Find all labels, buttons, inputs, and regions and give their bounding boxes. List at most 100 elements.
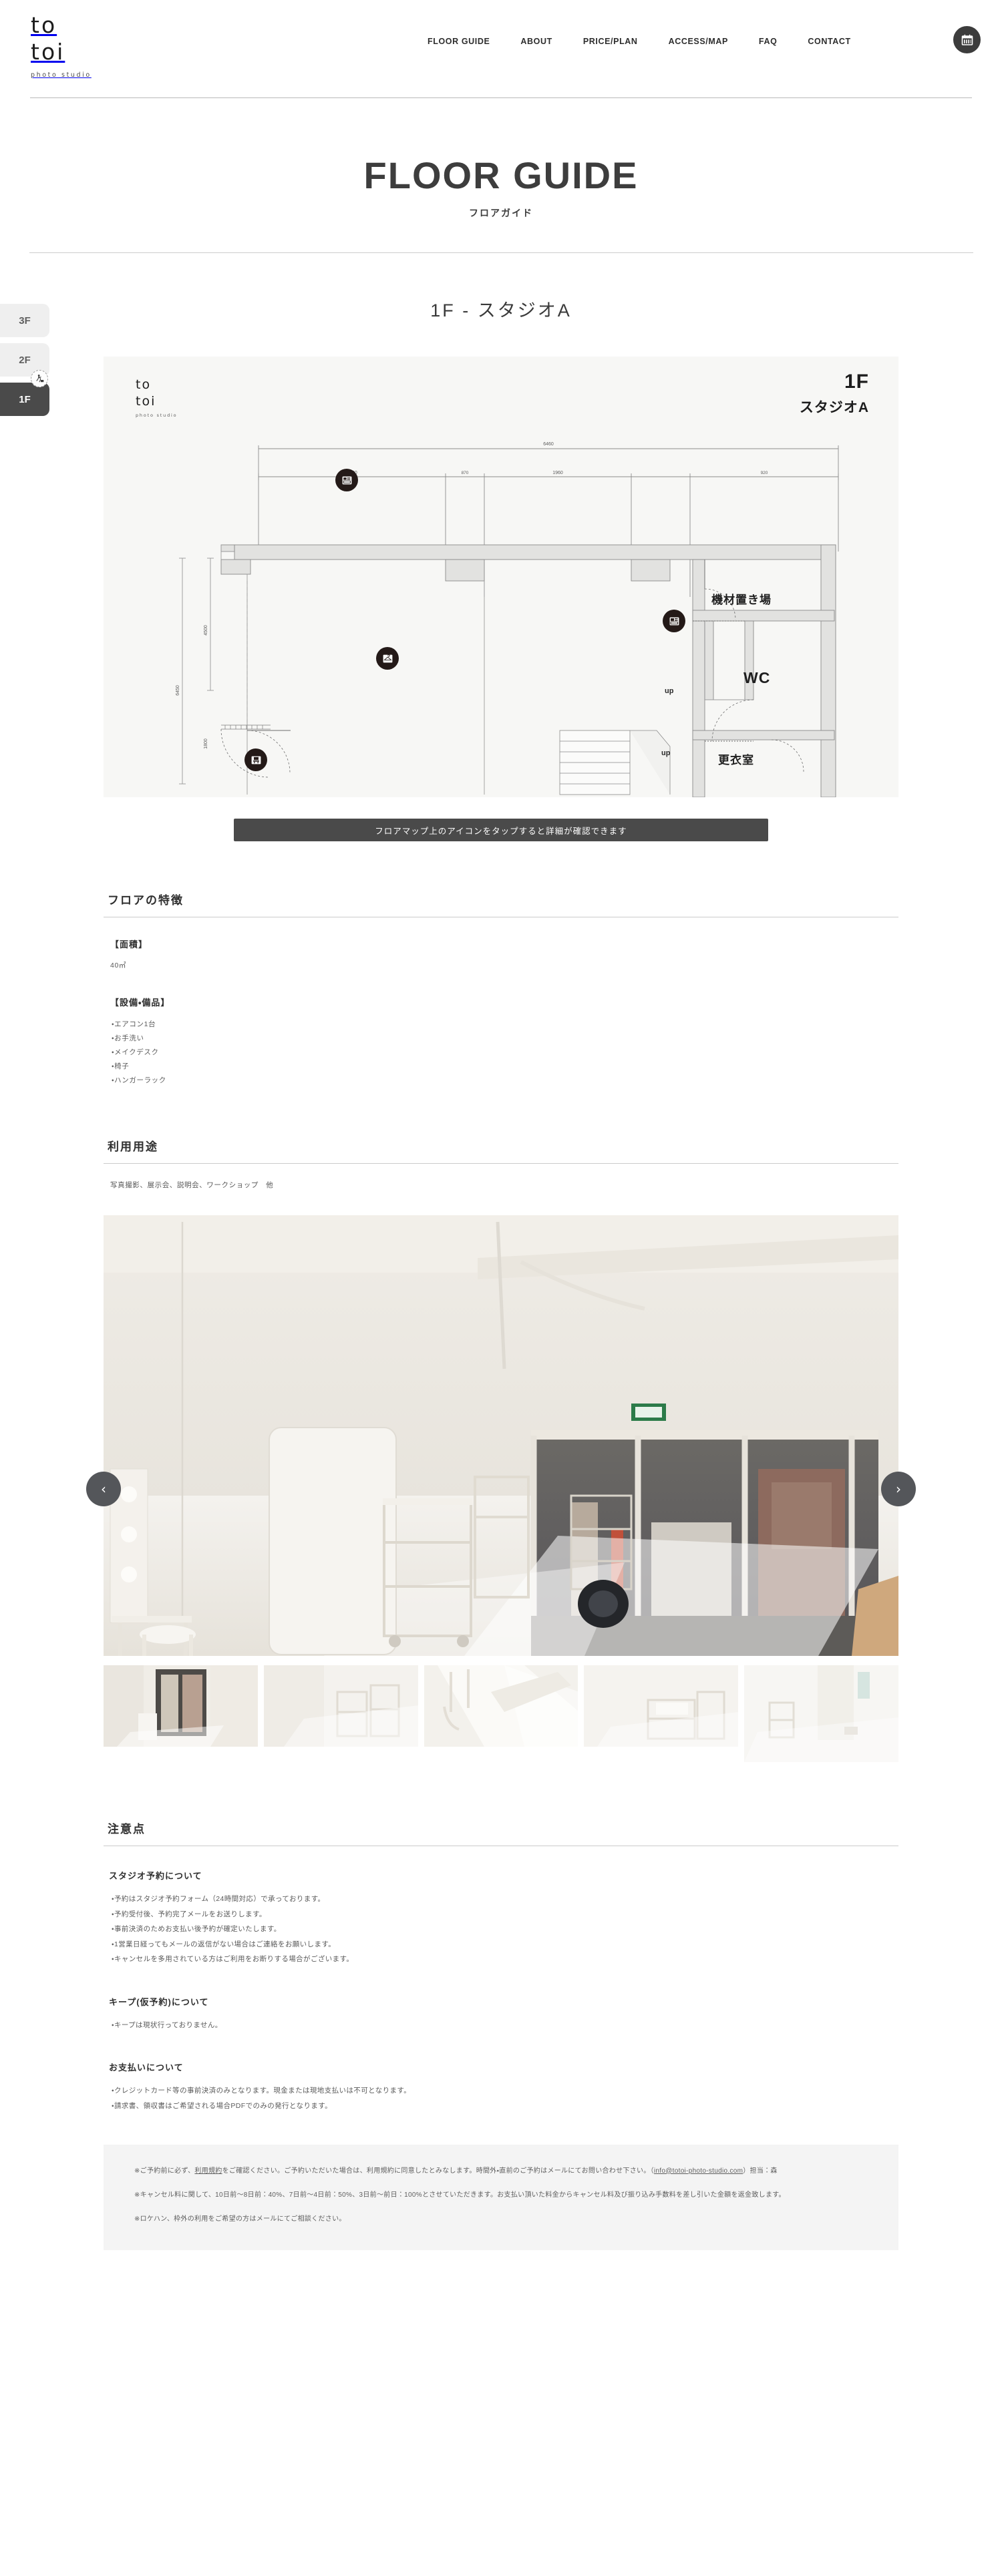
gallery-next-button[interactable]: › [881, 1471, 916, 1506]
page-title-section: FLOOR GUIDE フロアガイド [0, 99, 1002, 253]
studio-thumb-5 [744, 1665, 898, 1762]
gallery-thumbnail-3[interactable] [424, 1665, 578, 1747]
floor-plan-room-equipment-storage: 機材置き場 [711, 594, 772, 606]
reservation-button[interactable] [953, 26, 981, 53]
floor-plan[interactable]: to toi photo studio 1F スタジオA 6460 870 19… [104, 357, 898, 797]
notes-section: 注意点 スタジオ予約について ・予約はスタジオ予約フォーム（24時間対応）で承っ… [104, 1819, 898, 2250]
svg-text:920: 920 [761, 471, 768, 475]
list-item: ・エアコン1台 [112, 1020, 156, 1028]
page-bottom-spacer [104, 2250, 898, 2297]
disclaimer-paragraph-1: ※ご予約前に必ず、利用規約をご確認ください。ご予約いただいた場合は、利用規約に同… [134, 2165, 868, 2178]
disclaimer-p1-post: ）担当：森 [743, 2167, 778, 2175]
note-group-keep: キープ(仮予約)について ・キープは現状行っておりません。 [104, 1995, 898, 2033]
gallery-thumbnail-5[interactable] [744, 1665, 898, 1762]
logo-line-2: toi [31, 39, 65, 65]
note-item-list: ・キープは現状行っておりません。 [104, 2018, 898, 2033]
contact-email-link[interactable]: info@totoi-photo-studio.com [654, 2167, 743, 2175]
usage-heading: 利用用途 [108, 1140, 158, 1153]
equipment-icon [669, 617, 679, 625]
floor-tab-1f[interactable]: 1F [0, 383, 49, 416]
floor-plan-stair-up-1: up [665, 687, 674, 695]
page-subtitle: フロアガイド [469, 208, 533, 218]
usage-divider [104, 1163, 898, 1164]
pin-hanger-rack[interactable] [376, 647, 399, 670]
note-group-title: スタジオ予約について [109, 1871, 202, 1881]
pin-chair[interactable] [244, 748, 267, 771]
note-group-reservation: スタジオ予約について ・予約はスタジオ予約フォーム（24時間対応）で承っておりま… [104, 1869, 898, 1967]
desk-icon [342, 476, 351, 484]
list-item: ・クレジットカード等の事前決済のみとなります。現金または現地支払いは不可となりま… [112, 2087, 411, 2095]
svg-text:870: 870 [462, 471, 469, 475]
floor-plan-drawing: 6460 2690 870 1960 920 6450 4500 1800 [176, 442, 839, 797]
svg-text:6460: 6460 [543, 442, 554, 447]
note-group-title: キープ(仮予約)について [109, 1996, 209, 2007]
svg-text:1960: 1960 [552, 471, 563, 475]
note-group-payment: お支払いについて ・クレジットカード等の事前決済のみとなります。現金または現地支… [104, 2061, 898, 2113]
svg-text:1800: 1800 [204, 738, 208, 749]
chair-icon [251, 756, 261, 764]
list-item: ・ハンガーラック [112, 1076, 166, 1084]
list-item: ・事前決済のためお支払い後予約が確定いたします。 [112, 1925, 281, 1934]
logo-line-1: to [31, 12, 57, 38]
gallery-prev-button[interactable]: ‹ [86, 1471, 121, 1506]
nav-item-floor-guide[interactable]: FLOOR GUIDE [428, 37, 490, 46]
pin-equipment-storage[interactable] [663, 610, 685, 632]
pin-makeup-desk[interactable] [335, 469, 358, 491]
note-item-list: ・予約はスタジオ予約フォーム（24時間対応）で承っております。 ・予約受付後、予… [104, 1892, 898, 1967]
list-item: ・キープは現状行っておりません。 [112, 2020, 222, 2029]
floor-map-tap-hint[interactable]: フロアマップ上のアイコンをタップすると詳細が確認できます [234, 819, 768, 841]
nav-item-about[interactable]: ABOUT [520, 37, 552, 46]
list-item: ・予約はスタジオ予約フォーム（24時間対応）で承っております。 [112, 1895, 325, 1903]
area-label: 【面積】 [110, 939, 148, 949]
floor-features-heading: フロアの特徴 [108, 894, 184, 907]
list-item: ・予約受付後、予約完了メールをお送りします。 [112, 1910, 267, 1918]
nav-item-contact[interactable]: CONTACT [808, 37, 850, 46]
nav-item-price-plan[interactable]: PRICE/PLAN [583, 37, 638, 46]
list-item: ・椅子 [112, 1062, 130, 1070]
notes-heading: 注意点 [108, 1823, 146, 1836]
studio-thumb-3 [424, 1665, 578, 1747]
floor-plan-room-wc: WC [743, 669, 771, 686]
disclaimer-p1-mid: をご確認ください。ご予約いただいた場合は、利用規約に同意したとみなします。時間外… [222, 2167, 654, 2175]
calendar-icon [961, 33, 974, 47]
floor-features-section: フロアの特徴 【面積】 40㎡ 【設備・備品】 ・エアコン1台 ・お手洗い ・メ… [104, 891, 898, 1088]
usage-text: 写真撮影、展示会、説明会、ワークショップ 他 [110, 1181, 274, 1189]
main-navigation: FLOOR GUIDE ABOUT PRICE/PLAN ACCESS/MAP … [428, 37, 851, 46]
list-item: ・メイクデスク [112, 1048, 159, 1056]
site-header: to toi photo studio FLOOR GUIDE ABOUT PR… [0, 0, 1002, 99]
logo-subtitle: photo studio [31, 71, 92, 79]
photo-gallery: ‹ › [86, 1215, 916, 1762]
note-item-list: ・クレジットカード等の事前決済のみとなります。現金または現地支払いは不可となりま… [104, 2083, 898, 2113]
area-value: 40㎡ [110, 961, 126, 970]
disclaimer-box: ※ご予約前に必ず、利用規約をご確認ください。ご予約いただいた場合は、利用規約に同… [104, 2144, 898, 2250]
floor-tab-3f[interactable]: 3F [0, 304, 49, 337]
nav-item-access-map[interactable]: ACCESS/MAP [669, 37, 728, 46]
equipment-label: 【設備・備品】 [110, 998, 170, 1008]
usage-section: 利用用途 写真撮影、展示会、説明会、ワークショップ 他 [104, 1137, 898, 1190]
floor-tab-list: 3F 2F 1F [0, 304, 49, 422]
note-group-title: お支払いについて [109, 2063, 184, 2073]
disclaimer-paragraph-2: ※キャンセル料に関して、10日前〜8日前：40%、7日前〜4日前：50%、3日前… [134, 2191, 786, 2199]
gallery-main-image[interactable] [104, 1215, 898, 1656]
list-item: ・キャンセルを多用されている方はご利用をお断りする場合がございます。 [112, 1955, 354, 1964]
gallery-thumbnail-1[interactable] [104, 1665, 258, 1747]
studio-photo-1 [104, 1215, 898, 1656]
page-title: FLOOR GUIDE [363, 154, 639, 196]
floor-plan-room-dressing: 更衣室 [718, 754, 754, 767]
floor-tab-scroll-marker[interactable] [31, 370, 48, 387]
gallery-thumbnail-4[interactable] [584, 1665, 739, 1747]
site-logo[interactable]: to toi photo studio [31, 12, 144, 79]
floor-section-title: 1F - スタジオA [430, 300, 572, 320]
gallery-thumbnail-2[interactable] [263, 1665, 418, 1747]
list-item: ・1営業日経ってもメールの返信がない場合はご連絡をお願いします。 [112, 1940, 336, 1948]
nav-item-faq[interactable]: FAQ [759, 37, 778, 46]
hanger-icon [383, 654, 392, 662]
studio-thumb-1 [104, 1665, 258, 1747]
person-walking-icon [35, 374, 43, 382]
gallery-thumbnails [104, 1665, 898, 1762]
header-divider [30, 97, 972, 98]
studio-thumb-2 [263, 1665, 418, 1747]
svg-text:6450: 6450 [176, 685, 180, 696]
terms-link[interactable]: 利用規約 [194, 2167, 222, 2175]
list-item: ・請求書、領収書はご希望される場合PDFでのみの発行となります。 [112, 2101, 333, 2110]
